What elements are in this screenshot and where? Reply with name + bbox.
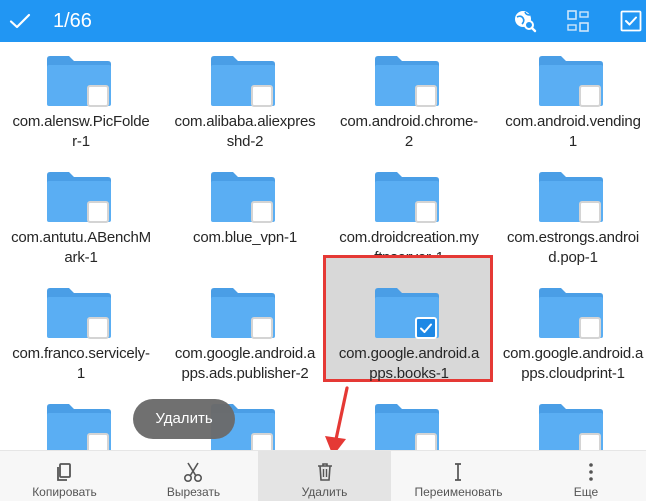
folder-name-line: com.antutu.ABenchM bbox=[11, 229, 151, 246]
copy-icon bbox=[57, 463, 71, 481]
select-all-icon[interactable] bbox=[619, 9, 643, 33]
selection-count: 1/66 bbox=[53, 10, 92, 32]
folder-item[interactable]: com.alibaba.aliexpres shd-2 bbox=[164, 42, 326, 158]
rename-label: Переименовать bbox=[414, 485, 503, 499]
more-button[interactable]: Еще bbox=[526, 451, 646, 501]
folder-name-line: 1 bbox=[568, 133, 578, 150]
folder-name-line: com.alensw.PicFolde bbox=[12, 113, 150, 130]
folder-name-line: com.android.vending bbox=[505, 113, 641, 130]
select-checkbox[interactable] bbox=[415, 85, 437, 107]
folder-item[interactable]: com.android.chrome- 2 bbox=[328, 42, 490, 158]
folder-name-line: com.blue_vpn-1 bbox=[193, 229, 297, 246]
folder-name: com.alensw.PicFolde r-1 bbox=[0, 112, 164, 152]
select-checkbox[interactable] bbox=[415, 433, 437, 450]
folder-item[interactable]: com.blue_vpn-1 bbox=[164, 158, 326, 274]
folder-name: com.android.chrome- 2 bbox=[326, 112, 492, 152]
transfer-icon[interactable] bbox=[566, 9, 590, 33]
folder-name-line: com.google.android.a bbox=[174, 345, 316, 362]
folder-item[interactable]: com.droidcreation.myftpserver-1 bbox=[328, 158, 490, 274]
folder-name-line: pps.cloudprint-1 bbox=[521, 365, 625, 382]
annotation-arrow bbox=[325, 386, 349, 456]
folder-name-line: com.franco.servicely- bbox=[12, 345, 150, 362]
select-checkbox[interactable] bbox=[251, 201, 273, 223]
folder-name-line: 1 bbox=[76, 365, 86, 382]
folder-item[interactable]: com.android.vending 1 bbox=[492, 42, 646, 158]
folder-name: com.estrongs.androi d.pop-1 bbox=[490, 228, 646, 268]
select-checkbox[interactable] bbox=[415, 201, 437, 223]
copy-button[interactable]: Копировать bbox=[0, 451, 129, 501]
folder-item-selected[interactable]: com.google.android.a pps.books-1 bbox=[323, 255, 493, 382]
folder-name-line: d.pop-1 bbox=[548, 249, 598, 266]
folder-name-line: com.android.chrome- bbox=[340, 113, 478, 130]
folder-name-line: ark-1 bbox=[64, 249, 98, 266]
folder-name: com.google.android.a pps.ads.publisher-2 bbox=[162, 344, 328, 384]
cut-button[interactable]: Вырезать bbox=[129, 451, 258, 501]
folder-name-line: com.google.android.a bbox=[502, 345, 644, 362]
delete-label: Удалить bbox=[301, 485, 348, 499]
bottom-toolbar: Копировать Вырезать Удалить Переименоват… bbox=[0, 450, 646, 501]
folder-name-line: 2 bbox=[404, 133, 414, 150]
select-checkbox[interactable] bbox=[87, 317, 109, 339]
folder-item[interactable] bbox=[492, 390, 646, 450]
delete-button[interactable]: Удалить bbox=[258, 451, 391, 501]
action-bar: 1/66 bbox=[0, 0, 646, 42]
select-checkbox[interactable] bbox=[415, 317, 437, 339]
folder-name-line: pps.ads.publisher-2 bbox=[181, 365, 309, 382]
text-cursor-icon bbox=[455, 463, 461, 481]
folder-name-line: com.google.android.a bbox=[338, 345, 480, 362]
checkmark-icon bbox=[420, 323, 432, 333]
select-checkbox[interactable] bbox=[87, 85, 109, 107]
select-checkbox[interactable] bbox=[251, 85, 273, 107]
folder-name: com.antutu.ABenchM ark-1 bbox=[0, 228, 164, 268]
folder-name-line: shd-2 bbox=[226, 133, 264, 150]
copy-label: Копировать bbox=[32, 485, 97, 499]
select-checkbox[interactable] bbox=[251, 317, 273, 339]
folder-item[interactable]: com.antutu.ABenchM ark-1 bbox=[0, 158, 162, 274]
more-vertical-icon bbox=[589, 463, 593, 481]
folder-name-line: com.estrongs.androi bbox=[506, 229, 640, 246]
folder-name: com.google.android.a pps.books-1 bbox=[326, 344, 492, 384]
folder-item[interactable]: com.alensw.PicFolde r-1 bbox=[0, 42, 162, 158]
folder-item[interactable]: com.google.android.a pps.ads.publisher-2 bbox=[164, 274, 326, 390]
select-checkbox[interactable] bbox=[579, 317, 601, 339]
trash-icon bbox=[318, 463, 332, 481]
folder-name: com.google.android.a pps.cloudprint-1 bbox=[490, 344, 646, 384]
search-web-icon[interactable] bbox=[513, 9, 537, 33]
folder-name: com.alibaba.aliexpres shd-2 bbox=[162, 112, 328, 152]
folder-item[interactable]: com.google.android.a pps.cloudprint-1 bbox=[492, 274, 646, 390]
select-checkbox[interactable] bbox=[579, 85, 601, 107]
scissors-icon bbox=[183, 462, 203, 483]
folder-name-line: com.droidcreation.my bbox=[339, 229, 479, 246]
select-checkbox[interactable] bbox=[87, 433, 109, 450]
folder-item[interactable]: com.franco.servicely- 1 bbox=[0, 274, 162, 390]
select-checkbox[interactable] bbox=[579, 433, 601, 450]
folder-name-line: r-1 bbox=[72, 133, 90, 150]
select-checkbox[interactable] bbox=[579, 201, 601, 223]
cut-label: Вырезать bbox=[166, 485, 221, 499]
select-checkbox[interactable] bbox=[87, 201, 109, 223]
check-icon[interactable] bbox=[8, 9, 32, 33]
folder-name-line: com.alibaba.aliexpres bbox=[174, 113, 316, 130]
toast-message: Удалить bbox=[133, 399, 235, 439]
folder-name: com.blue_vpn-1 bbox=[162, 228, 328, 248]
select-checkbox[interactable] bbox=[251, 433, 273, 450]
rename-button[interactable]: Переименовать bbox=[391, 451, 526, 501]
folder-item[interactable]: com.estrongs.androi d.pop-1 bbox=[492, 158, 646, 274]
folder-name: com.franco.servicely- 1 bbox=[0, 344, 164, 384]
folder-name-line: pps.books-1 bbox=[369, 365, 449, 382]
more-label: Еще bbox=[573, 485, 599, 499]
folder-name: com.android.vending 1 bbox=[490, 112, 646, 152]
